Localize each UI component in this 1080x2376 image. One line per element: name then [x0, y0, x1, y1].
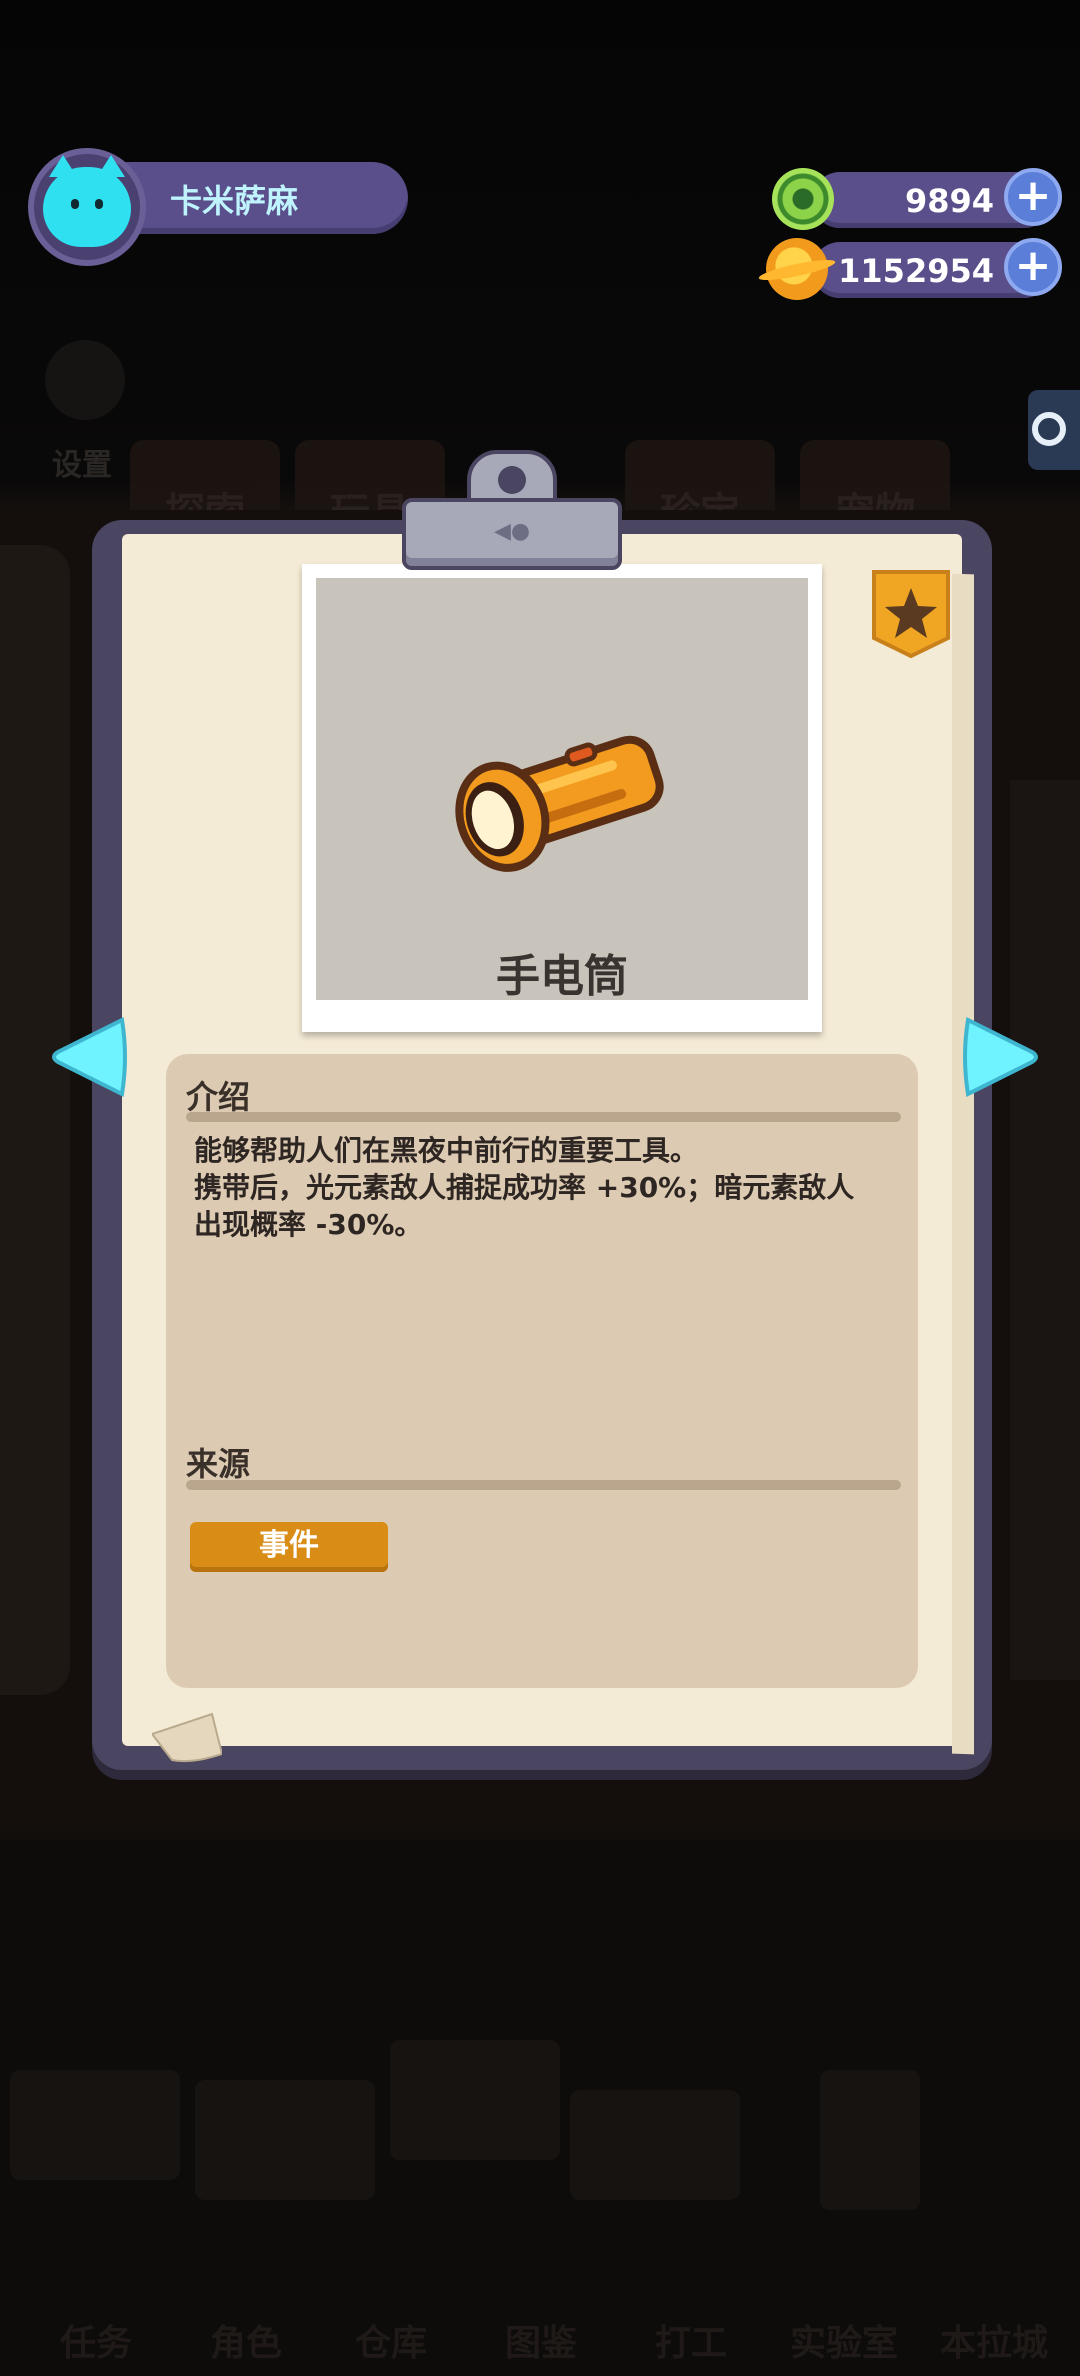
star-icon[interactable]	[870, 568, 952, 660]
book-page-left	[0, 545, 70, 1695]
bottom-area: 任务 角色 仓库 图鉴 打工 实验室 本拉城	[0, 1840, 1080, 2376]
nav-collection: 图鉴	[505, 2323, 578, 2364]
next-item-arrow-icon[interactable]	[960, 1012, 1040, 1102]
intro-divider	[186, 1112, 901, 1122]
avatar[interactable]	[28, 148, 146, 266]
item-name: 手电筒	[496, 951, 628, 1002]
slot-card	[570, 2090, 740, 2200]
nav-work: 打工	[655, 2323, 728, 2364]
book-page-right	[1010, 780, 1080, 1680]
fish-icon: ◀●	[493, 519, 531, 544]
source-title: 来源	[186, 1445, 251, 1483]
nav-tasks: 任务	[60, 2323, 133, 2364]
item-detail-paper: 手电筒 介绍 能够帮助人们在黑夜中前行的重要工具。 携带后，光元素敌人捕捉成功率…	[122, 534, 974, 1763]
source-tag-button[interactable]: 事件	[190, 1522, 388, 1572]
settings-icon	[45, 340, 125, 420]
settings-label: 设置	[52, 448, 112, 483]
slot-card	[195, 2080, 375, 2200]
nav-town: 本拉城	[940, 2323, 1049, 2364]
gold-coin-value: 1152954	[838, 252, 994, 290]
intro-text: 能够帮助人们在黑夜中前行的重要工具。 携带后，光元素敌人捕捉成功率 +30%；暗…	[194, 1134, 855, 1241]
green-token-icon	[772, 168, 834, 230]
item-info-panel: 介绍 能够帮助人们在黑夜中前行的重要工具。 携带后，光元素敌人捕捉成功率 +30…	[166, 1054, 918, 1688]
nav-lab: 实验室	[790, 2323, 899, 2364]
item-detail-clipboard: 手电筒 介绍 能够帮助人们在黑夜中前行的重要工具。 携带后，光元素敌人捕捉成功率…	[92, 450, 992, 1770]
nav-characters: 角色	[210, 2323, 283, 2364]
player-name: 卡米萨麻	[170, 182, 299, 220]
add-green-token-button[interactable]: +	[1004, 168, 1062, 226]
clipboard-clip: ◀●	[402, 450, 622, 570]
currency-gold-coin: 1152954 +	[766, 238, 1072, 300]
add-gold-coin-button[interactable]: +	[1004, 238, 1062, 296]
side-link-widget[interactable]	[1028, 390, 1080, 470]
link-icon	[1032, 412, 1066, 446]
previous-item-arrow-icon[interactable]	[50, 1012, 130, 1102]
source-divider	[186, 1480, 901, 1490]
green-token-value: 9894	[904, 182, 994, 220]
slot-card	[820, 2070, 920, 2210]
flashlight-icon	[455, 735, 664, 872]
slot-card	[390, 2040, 560, 2160]
gold-planet-coin-icon	[766, 238, 828, 300]
player-profile[interactable]: 卡米萨麻	[20, 148, 408, 266]
page-curl	[152, 1712, 222, 1763]
item-image: 手电筒	[316, 578, 808, 1002]
nav-warehouse: 仓库	[355, 2323, 428, 2364]
cat-avatar-icon	[43, 155, 131, 247]
slot-card	[10, 2070, 180, 2180]
item-photo-frame: 手电筒	[302, 564, 822, 1032]
currency-green-token: 9894 +	[772, 168, 1072, 230]
